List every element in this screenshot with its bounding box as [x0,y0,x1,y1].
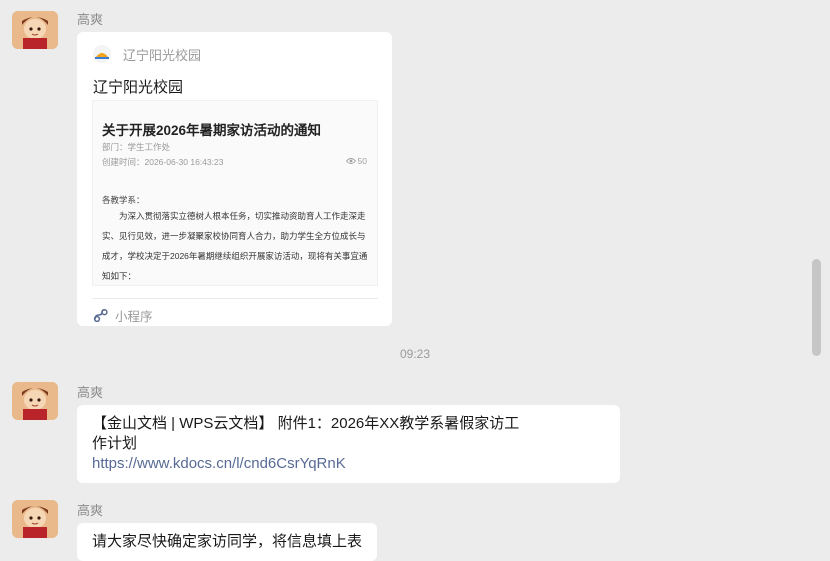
message-timestamp: 09:23 [399,347,431,361]
view-count-value: 50 [357,156,367,166]
message-text: 作计划 [92,435,138,452]
card-divider [92,298,378,299]
card-title: 辽宁阳光校园 [93,79,184,96]
avatar[interactable] [12,11,58,49]
preview-created-time: 创建时间：2026-06-30 16:43:23 [102,157,224,167]
sender-name: 高爽 [77,385,104,400]
avatar[interactable] [12,382,58,420]
mini-program-label: 小程序 [115,310,153,324]
sender-name: 高爽 [77,503,104,518]
avatar-image [12,500,58,538]
sender-name: 高爽 [77,12,104,27]
text-message-bubble[interactable]: 请大家尽快确定家访同学，将信息填上表 [77,523,378,561]
sun-logo-icon [93,45,111,63]
preview-body: 为深入贯彻落实立德树人根本任务，切实推动资助育人工作走深走实、见行见效，进一步凝… [102,206,368,286]
mini-program-card[interactable]: 辽宁阳光校园 辽宁阳光校园 关于开展2026年暑期家访活动的通知 部门：学生工作… [77,32,392,326]
preview-salutation: 各教学系： [102,195,145,205]
scrollbar[interactable] [810,0,830,554]
avatar-image [12,382,58,420]
card-source-name: 辽宁阳光校园 [123,47,202,63]
avatar[interactable] [12,500,58,538]
document-link[interactable]: https://www.kdocs.cn/l/cnd6CsrYqRnK [92,455,346,472]
text-message-bubble[interactable]: 【金山文档 | WPS云文档】 附件1：2026年XX教学系暑假家访工 作计划 … [77,405,620,483]
scrollbar-thumb[interactable] [812,259,821,356]
card-preview: 关于开展2026年暑期家访活动的通知 部门：学生工作处 创建时间：2026-06… [92,100,378,286]
message-text: 请大家尽快确定家访同学，将信息填上表 [92,533,363,550]
preview-body-text: 为深入贯彻落实立德树人根本任务，切实推动资助育人工作走深走实、见行见效，进一步凝… [102,211,368,281]
avatar-image [12,11,58,49]
preview-department: 部门：学生工作处 [102,142,171,152]
card-source: 辽宁阳光校园 [93,45,201,63]
preview-title: 关于开展2026年暑期家访活动的通知 [102,123,322,138]
mini-program-footer: 小程序 [93,306,153,325]
view-count: 50 [345,156,367,166]
eye-icon [345,158,356,164]
mini-program-icon [93,308,108,322]
message-text: 【金山文档 | WPS云文档】 附件1：2026年XX教学系暑假家访工 [92,415,520,432]
